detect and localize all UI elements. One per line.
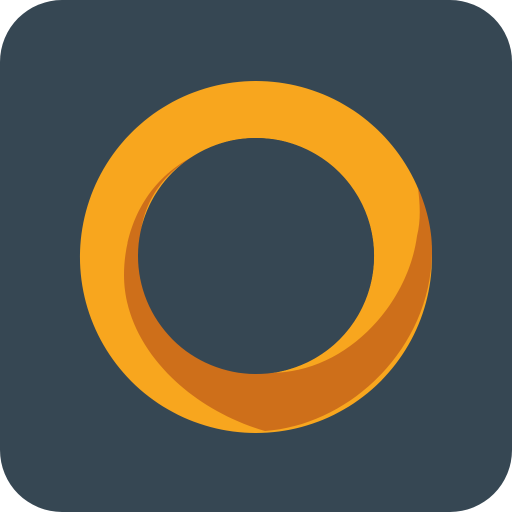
ring-hole: [138, 138, 374, 374]
app-icon: [0, 0, 512, 512]
ring-icon: [79, 81, 432, 433]
